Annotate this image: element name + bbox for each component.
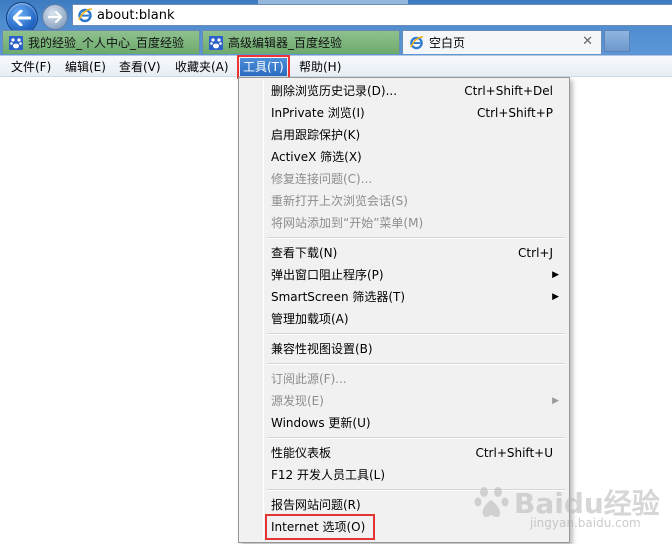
menu-item-label: F12 开发人员工具(L) <box>271 468 386 482</box>
menu-separator <box>267 437 565 439</box>
tab-label: 我的经验_个人中心_百度经验 <box>28 36 185 50</box>
tab-blank-page[interactable]: 空白页 ✕ <box>402 30 602 54</box>
menu-item-label: InPrivate 浏览(I) <box>271 106 365 120</box>
arrow-right-icon <box>48 11 62 23</box>
tab-row: 我的经验_个人中心_百度经验 高级编辑器_百度经验 空白页 ✕ <box>0 30 672 54</box>
menu-item[interactable]: Windows 更新(U) <box>271 412 561 434</box>
menu-item[interactable]: 兼容性视图设置(B) <box>271 338 561 360</box>
menu-item-label: 性能仪表板 <box>271 446 332 460</box>
menu-edit[interactable]: 编辑(E) <box>62 58 109 76</box>
baidu-paw-logo <box>474 487 509 517</box>
menu-item[interactable]: InPrivate 浏览(I) Ctrl+Shift+P <box>271 102 561 124</box>
menu-tools[interactable]: 工具(T) <box>237 55 290 79</box>
menu-separator <box>267 333 565 335</box>
menu-item-label: 查看下载(N) <box>271 246 338 260</box>
menu-separator <box>267 237 565 239</box>
ie-logo-icon <box>78 8 93 23</box>
menu-item: 修复连接问题(C)... <box>271 168 561 190</box>
menu-file[interactable]: 文件(F) <box>8 58 54 76</box>
menu-item-label: 弹出窗口阻止程序(P) <box>271 268 384 282</box>
menu-item-label: 重新打开上次浏览会话(S) <box>271 194 408 208</box>
menu-item-label: 管理加载项(A) <box>271 312 349 326</box>
menu-item[interactable]: 性能仪表板 Ctrl+Shift+U <box>271 442 561 464</box>
menu-item-label: 兼容性视图设置(B) <box>271 342 373 356</box>
menu-item[interactable]: 删除浏览历史记录(D)... Ctrl+Shift+Del <box>271 80 561 102</box>
menu-item-label: 源发现(E) <box>271 394 324 408</box>
menu-item: 将网站添加到“开始”菜单(M) <box>271 212 561 234</box>
menu-item[interactable]: 启用跟踪保护(K) <box>271 124 561 146</box>
menu-item-shortcut: Ctrl+Shift+P <box>477 106 553 120</box>
tab-label: 空白页 <box>429 36 466 50</box>
menu-separator <box>267 363 565 365</box>
baidu-paw-icon <box>209 35 223 50</box>
watermark-url: jingyan.baidu.com <box>530 516 641 530</box>
menu-item-shortcut: Ctrl+Shift+U <box>475 446 553 460</box>
menu-item: 重新打开上次浏览会话(S) <box>271 190 561 212</box>
close-icon[interactable]: ✕ <box>582 34 593 49</box>
submenu-arrow-icon: ▶ <box>552 396 559 406</box>
submenu-arrow-icon: ▶ <box>552 292 559 302</box>
highlight-box <box>265 514 375 540</box>
menu-item[interactable]: 管理加载项(A) <box>271 308 561 330</box>
menu-item-label: 修复连接问题(C)... <box>271 172 373 186</box>
menu-item-label: 报告网站问题(R) <box>271 498 361 512</box>
menu-item: 源发现(E) ▶ <box>271 390 561 412</box>
tab-label: 高级编辑器_百度经验 <box>228 36 343 50</box>
forward-button[interactable] <box>42 4 68 30</box>
menu-item-label: Windows 更新(U) <box>271 416 371 430</box>
menu-item-label: 删除浏览历史记录(D)... <box>271 84 398 98</box>
menu-item-label: 启用跟踪保护(K) <box>271 128 361 142</box>
tab-advanced-editor[interactable]: 高级编辑器_百度经验 <box>202 30 400 54</box>
menu-item[interactable]: 查看下载(N) Ctrl+J <box>271 242 561 264</box>
menu-item: 订阅此源(F)... <box>271 368 561 390</box>
menu-item-label: 将网站添加到“开始”菜单(M) <box>271 216 424 230</box>
menu-favorites[interactable]: 收藏夹(A) <box>172 58 232 76</box>
menu-gutter <box>263 80 264 540</box>
menu-item-shortcut: Ctrl+Shift+Del <box>464 84 553 98</box>
new-tab-button[interactable] <box>604 30 630 52</box>
tools-dropdown-menu: 删除浏览历史记录(D)... Ctrl+Shift+Del InPrivate 浏览… <box>238 77 570 543</box>
baidu-paw-icon <box>9 35 23 50</box>
menu-help[interactable]: 帮助(H) <box>296 58 344 76</box>
menu-bar: 文件(F) 编辑(E) 查看(V) 收藏夹(A) 工具(T) 帮助(H) <box>0 55 672 79</box>
address-url: about:blank <box>97 7 175 23</box>
menu-item-label: SmartScreen 筛选器(T) <box>271 290 406 304</box>
address-bar[interactable]: about:blank <box>72 4 672 26</box>
tab-my-experience[interactable]: 我的经验_个人中心_百度经验 <box>2 30 200 54</box>
menu-item[interactable]: ActiveX 筛选(X) <box>271 146 561 168</box>
arrow-left-icon <box>13 10 31 26</box>
menu-item-label: ActiveX 筛选(X) <box>271 150 362 164</box>
menu-item-shortcut: Ctrl+J <box>518 246 553 260</box>
menu-item[interactable]: 弹出窗口阻止程序(P) ▶ <box>271 264 561 286</box>
ie-logo-icon <box>410 36 424 50</box>
menu-item-label: 订阅此源(F)... <box>271 372 347 386</box>
menu-view[interactable]: 查看(V) <box>116 58 164 76</box>
submenu-arrow-icon: ▶ <box>552 270 559 280</box>
baidu-watermark: Baidu经验 jingyan.baidu.com <box>470 478 670 538</box>
menu-item[interactable]: SmartScreen 筛选器(T) ▶ <box>271 286 561 308</box>
